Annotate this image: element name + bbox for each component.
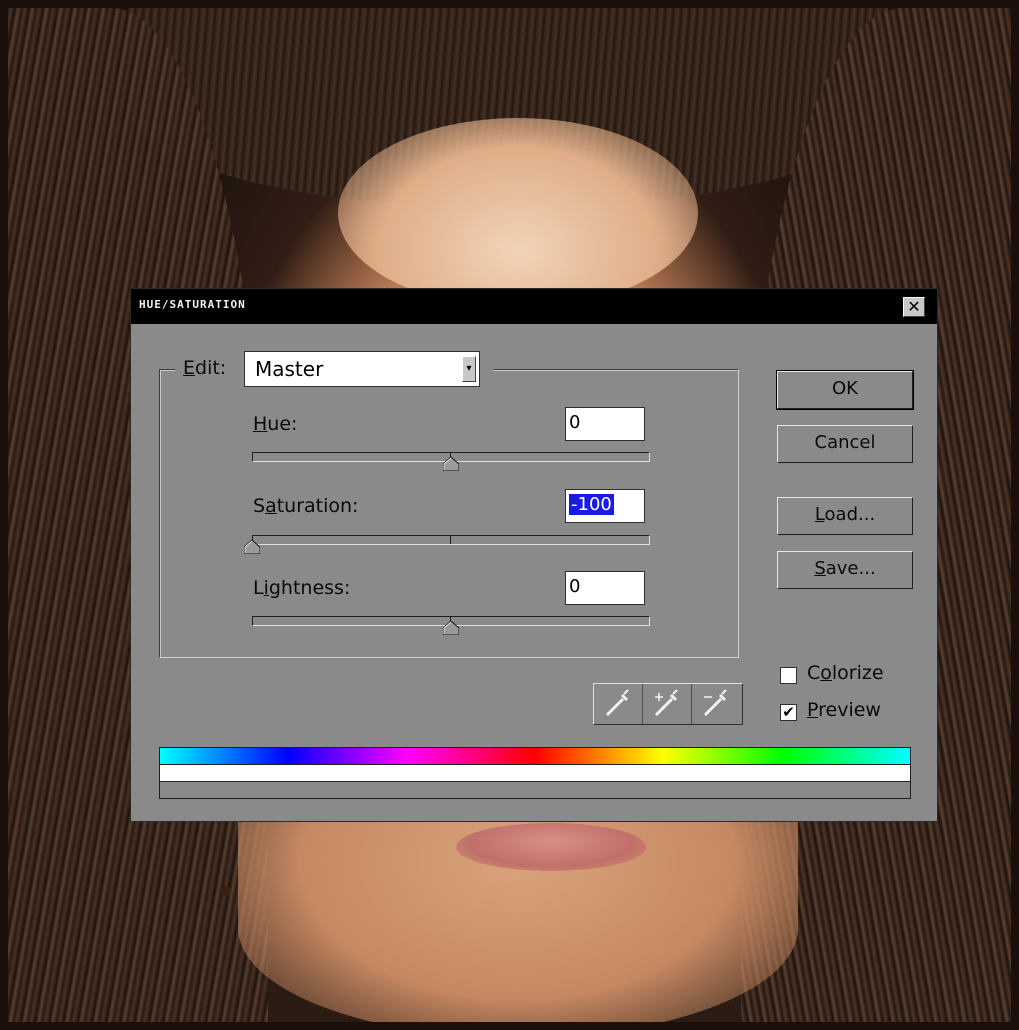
save-button-mnemonic: S bbox=[814, 558, 826, 579]
mole bbox=[221, 886, 231, 896]
saturation-label-mnemonic: a bbox=[265, 495, 277, 517]
lightness-input[interactable]: 0 bbox=[565, 571, 645, 605]
colorize-checkbox[interactable] bbox=[780, 667, 797, 684]
load-button-mnemonic: L bbox=[814, 504, 825, 525]
preview-check-mark: ✔ bbox=[782, 703, 795, 721]
colorize-label-start: C bbox=[807, 662, 821, 684]
colorize-label-mnemonic: o bbox=[820, 662, 832, 684]
load-button[interactable]: Load... bbox=[777, 497, 913, 535]
preview-label-mnemonic: P bbox=[807, 699, 819, 721]
hue-label-mnemonic: H bbox=[253, 413, 268, 435]
hue-value: 0 bbox=[569, 412, 581, 433]
eyedropper-minus-button[interactable] bbox=[692, 684, 741, 724]
dialog-title: HUE/SATURATION bbox=[139, 298, 246, 311]
hue-label-rest: ue: bbox=[267, 413, 298, 435]
saturation-slider-thumb[interactable] bbox=[244, 540, 260, 554]
dropdown-arrow-icon[interactable]: ▾ bbox=[462, 356, 476, 382]
lightness-label: Lightness: bbox=[253, 577, 350, 599]
hue-slider-thumb[interactable] bbox=[443, 457, 459, 471]
range-indicator-bar bbox=[159, 765, 911, 781]
saturation-label-rest: turation: bbox=[276, 495, 359, 517]
edit-label-mnemonic: E bbox=[183, 357, 196, 379]
eyedropper-plus-button[interactable] bbox=[643, 684, 692, 724]
lightness-slider-thumb[interactable] bbox=[443, 621, 459, 635]
lightness-value: 0 bbox=[569, 576, 581, 597]
eyedropper-button[interactable] bbox=[594, 684, 643, 724]
load-button-rest: oad... bbox=[824, 504, 876, 525]
saturation-input[interactable]: -100 bbox=[565, 489, 645, 523]
eyedropper-plus-icon bbox=[654, 689, 678, 717]
colorize-label[interactable]: Colorize bbox=[807, 662, 884, 684]
saturation-label: Saturation: bbox=[253, 495, 358, 517]
preview-label[interactable]: Preview bbox=[807, 699, 881, 721]
hue-input[interactable]: 0 bbox=[565, 407, 645, 441]
preview-label-rest: review bbox=[818, 699, 881, 721]
ok-button[interactable]: OK bbox=[777, 371, 913, 409]
saturation-value: -100 bbox=[569, 494, 614, 515]
lightness-label-start: L bbox=[253, 577, 264, 599]
cancel-button[interactable]: Cancel bbox=[777, 425, 913, 463]
channel-dropdown[interactable]: Master ▾ bbox=[244, 351, 480, 387]
title-bar[interactable]: HUE/SATURATION ✕ bbox=[131, 289, 937, 324]
save-button[interactable]: Save... bbox=[777, 551, 913, 589]
output-spectrum-bar bbox=[159, 781, 911, 799]
lightness-label-rest: ghtness: bbox=[268, 577, 351, 599]
hue-saturation-dialog: HUE/SATURATION ✕ Edit: Master ▾ Hue: 0 S… bbox=[130, 288, 938, 822]
edit-group-box bbox=[159, 369, 739, 658]
channel-value: Master bbox=[255, 357, 324, 381]
lips bbox=[456, 823, 646, 871]
forehead bbox=[338, 118, 698, 308]
close-icon: ✕ bbox=[907, 297, 921, 316]
save-button-rest: ave... bbox=[825, 558, 876, 579]
saturation-label-start: S bbox=[253, 495, 266, 517]
hue-label: Hue: bbox=[253, 413, 297, 435]
close-button[interactable]: ✕ bbox=[903, 297, 925, 317]
saturation-slider-track[interactable] bbox=[252, 535, 650, 545]
edit-label: Edit: bbox=[183, 357, 226, 379]
saturation-slider-center-tick bbox=[450, 536, 451, 544]
preview-checkbox[interactable]: ✔ bbox=[780, 704, 797, 721]
input-spectrum-bar bbox=[159, 747, 911, 765]
eyedropper-minus-icon bbox=[703, 689, 727, 717]
edit-label-rest: dit: bbox=[195, 357, 227, 379]
eyedropper-group bbox=[593, 683, 743, 725]
colorize-label-rest: lorize bbox=[831, 662, 884, 684]
eyedropper-icon bbox=[605, 689, 629, 717]
